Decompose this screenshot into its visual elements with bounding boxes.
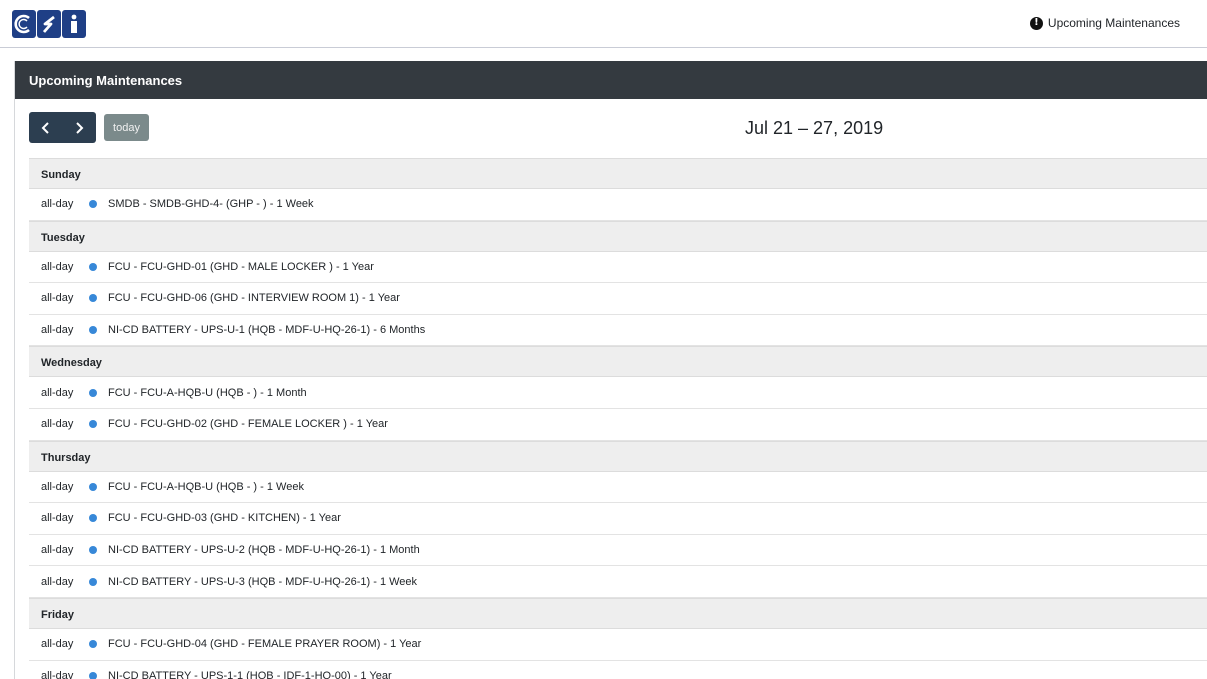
event-time: all-day — [41, 480, 74, 493]
day-header: Wednesday — [29, 346, 1207, 378]
logo-letter-s — [37, 10, 61, 38]
event-row[interactable]: all-day FCU - FCU-GHD-02 (GHD - FEMALE LO… — [29, 409, 1207, 441]
event-row[interactable]: all-day FCU - FCU-GHD-06 (GHD - INTERVIEW… — [29, 283, 1207, 315]
event-dot-icon — [89, 326, 97, 335]
event-row[interactable]: all-day SMDB - SMDB-GHD-4- (GHP - ) - 1 W… — [29, 189, 1207, 221]
event-row[interactable]: all-day NI-CD BATTERY - UPS-U-1 (HQB - MD… — [29, 315, 1207, 347]
event-row[interactable]: all-day FCU - FCU-GHD-03 (GHD - KITCHEN) … — [29, 503, 1207, 535]
event-row[interactable]: all-day FCU - FCU-A-HQB-U (HQB - ) - 1 We… — [29, 472, 1207, 504]
day-header: Tuesday — [29, 220, 1207, 252]
event-title[interactable]: FCU - FCU-GHD-06 (GHD - INTERVIEW ROOM 1… — [108, 292, 400, 304]
logo-letter-c — [12, 10, 36, 38]
logo-c-icon — [14, 14, 30, 34]
event-time: all-day — [41, 638, 74, 651]
event-dot-icon — [89, 420, 97, 429]
event-dot-icon — [89, 640, 97, 649]
event-title[interactable]: FCU - FCU-GHD-02 (GHD - FEMALE LOCKER ) … — [108, 418, 388, 430]
upcoming-maintenances-link[interactable]: ! Upcoming Maintenances — [1029, 16, 1180, 30]
prev-next-button-group — [29, 112, 96, 143]
event-dot-icon — [89, 200, 97, 209]
event-dot-icon — [89, 514, 97, 523]
event-time: all-day — [41, 292, 74, 305]
logo-letter-i — [62, 10, 86, 38]
upcoming-maintenances-link-label: Upcoming Maintenances — [1047, 16, 1180, 30]
today-button[interactable]: today — [104, 114, 149, 141]
event-row[interactable]: all-day NI-CD BATTERY - UPS-U-2 (HQB - MD… — [29, 535, 1207, 567]
card-title: Upcoming Maintenances — [15, 61, 1207, 99]
event-time: all-day — [41, 575, 74, 588]
top-navbar: ! Upcoming Maintenances — [0, 0, 1207, 48]
event-title[interactable]: NI-CD BATTERY - UPS-U-2 (HQB - MDF-U-HQ-… — [108, 544, 420, 556]
event-title[interactable]: FCU - FCU-GHD-03 (GHD - KITCHEN) - 1 Yea… — [108, 512, 341, 524]
event-time: all-day — [41, 386, 74, 399]
event-title[interactable]: FCU - FCU-A-HQB-U (HQB - ) - 1 Month — [108, 387, 307, 399]
event-time: all-day — [41, 544, 74, 557]
chevron-right-icon — [75, 121, 83, 134]
event-title[interactable]: FCU - FCU-GHD-04 (GHD - FEMALE PRAYER RO… — [108, 638, 421, 650]
event-dot-icon — [89, 388, 97, 397]
logo-s-icon — [42, 15, 55, 33]
day-header: Thursday — [29, 440, 1207, 472]
event-time: all-day — [41, 260, 74, 273]
logo-i-icon — [71, 14, 77, 33]
event-dot-icon — [89, 262, 97, 271]
event-list: Sunday all-day SMDB - SMDB-GHD-4- (GHP - )… — [29, 158, 1207, 679]
event-row[interactable]: all-day FCU - FCU-A-HQB-U (HQB - ) - 1 Mo… — [29, 377, 1207, 409]
day-header: Friday — [29, 597, 1207, 629]
event-title[interactable]: SMDB - SMDB-GHD-4- (GHP - ) - 1 Week — [108, 198, 314, 210]
event-title[interactable]: FCU - FCU-A-HQB-U (HQB - ) - 1 Week — [108, 481, 304, 493]
event-time: all-day — [41, 198, 74, 211]
event-title[interactable]: FCU - FCU-GHD-01 (GHD - MALE LOCKER ) - … — [108, 261, 374, 273]
event-dot-icon — [89, 482, 97, 491]
event-title[interactable]: NI-CD BATTERY - UPS-U-3 (HQB - MDF-U-HQ-… — [108, 576, 417, 588]
event-row[interactable]: all-day FCU - FCU-GHD-04 (GHD - FEMALE PR… — [29, 629, 1207, 661]
event-time: all-day — [41, 669, 74, 679]
event-title[interactable]: NI-CD BATTERY - UPS-U-1 (HQB - MDF-U-HQ-… — [108, 324, 425, 336]
event-time: all-day — [41, 512, 74, 525]
info-circle-icon: ! — [1029, 16, 1043, 30]
event-time: all-day — [41, 324, 74, 337]
event-time: all-day — [41, 418, 74, 431]
calendar-toolbar: today Jul 21 – 27, 2019 — [15, 99, 1207, 159]
chevron-left-icon — [41, 121, 49, 134]
event-row[interactable]: all-day NI-CD BATTERY - UPS-U-3 (HQB - MD… — [29, 566, 1207, 598]
event-dot-icon — [89, 546, 97, 555]
prev-week-button[interactable] — [29, 112, 62, 143]
event-row[interactable]: all-day NI-CD BATTERY - UPS-1-1 (HQB - ID… — [29, 661, 1207, 679]
event-title[interactable]: NI-CD BATTERY - UPS-1-1 (HQB - IDF-1-HQ-… — [108, 670, 392, 679]
day-header: Sunday — [29, 158, 1207, 189]
event-dot-icon — [89, 294, 97, 303]
csi-logo[interactable] — [12, 10, 86, 38]
event-row[interactable]: all-day FCU - FCU-GHD-01 (GHD - MALE LOCK… — [29, 252, 1207, 284]
upcoming-maintenances-card: Upcoming Maintenances today Jul 21 – 27,… — [14, 61, 1207, 679]
event-dot-icon — [89, 671, 97, 679]
event-dot-icon — [89, 577, 97, 586]
next-week-button[interactable] — [62, 112, 95, 143]
date-range-title: Jul 21 – 27, 2019 — [745, 118, 884, 138]
